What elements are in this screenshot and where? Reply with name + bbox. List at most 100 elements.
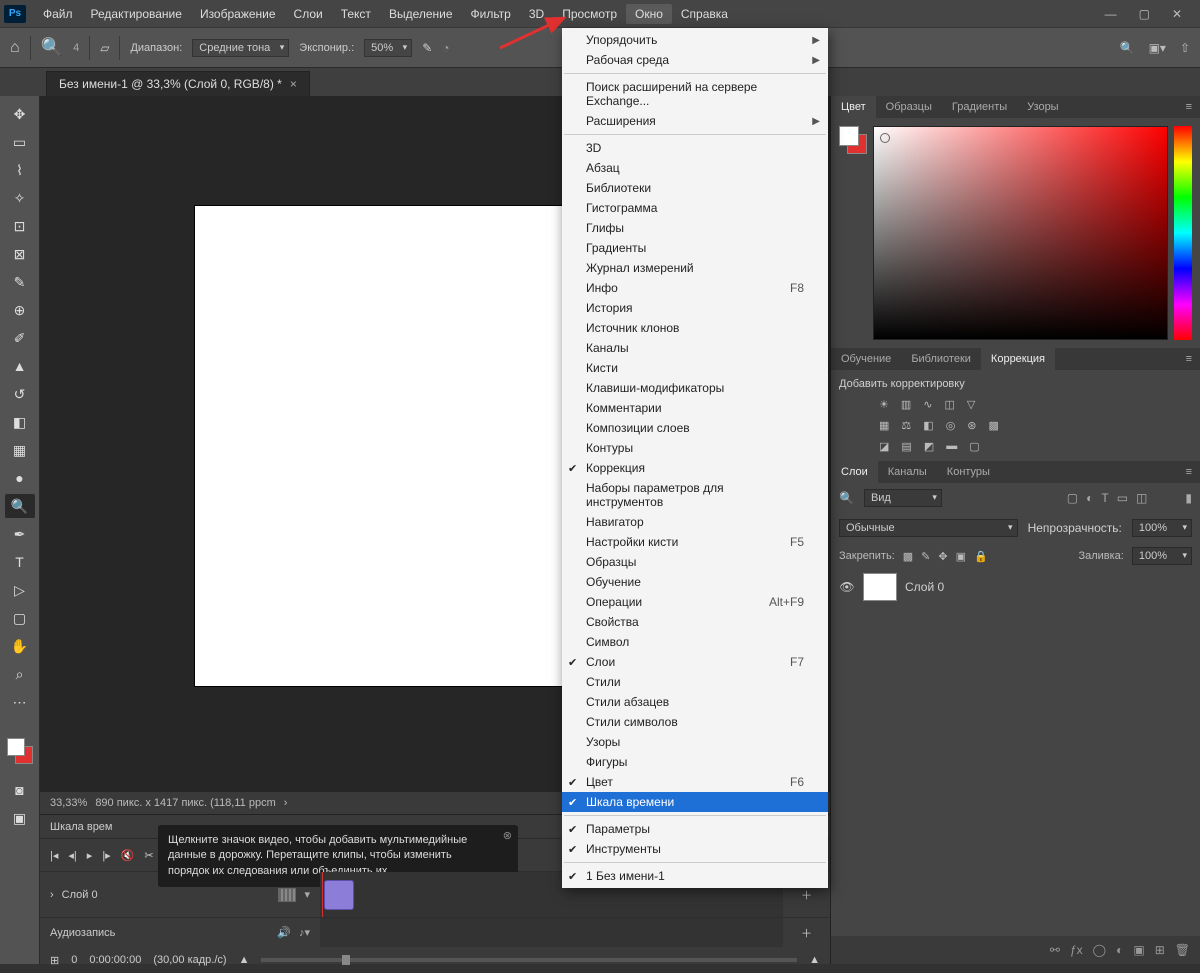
airbrush-icon[interactable]: ✎ — [422, 41, 432, 55]
dodge-tool[interactable]: 🔍 — [5, 494, 35, 518]
audio-menu-icon[interactable]: ♪▾ — [299, 926, 310, 939]
menu-item-поиск-расширений-на-сервере-exchange-[interactable]: Поиск расширений на сервере Exchange... — [562, 77, 828, 111]
menu-item-фигуры[interactable]: Фигуры — [562, 752, 828, 772]
layer-name[interactable]: Слой 0 — [905, 580, 944, 594]
menu-item-библиотеки[interactable]: Библиотеки — [562, 178, 828, 198]
track-menu-icon[interactable]: ▾ — [304, 888, 310, 902]
close-icon[interactable]: ✕ — [1172, 7, 1182, 21]
mask-icon[interactable]: ◯ — [1093, 943, 1106, 957]
menu-item-1-без-имени-1[interactable]: ✔1 Без имени-1 — [562, 866, 828, 886]
quick-select-tool[interactable]: ✧ — [5, 186, 35, 210]
search-icon[interactable]: 🔍 — [1120, 41, 1135, 55]
menu-редактирование[interactable]: Редактирование — [82, 4, 191, 24]
close-tab-icon[interactable]: × — [290, 77, 297, 91]
marquee-tool[interactable]: ▭ — [5, 130, 35, 154]
panel-color-swatch[interactable] — [839, 126, 867, 154]
threshold-icon[interactable]: ◩ — [924, 440, 934, 453]
visibility-icon[interactable]: 👁 — [839, 580, 855, 594]
blend-mode-combo[interactable]: Обычные — [839, 519, 1018, 537]
play-icon[interactable]: ▸ — [87, 849, 93, 862]
group-icon[interactable]: ▣ — [1133, 943, 1144, 957]
menu-item-каналы[interactable]: Каналы — [562, 338, 828, 358]
photo-filter-icon[interactable]: ◎ — [946, 419, 956, 432]
quickmask-icon[interactable]: ◙ — [5, 778, 35, 802]
menu-item-узоры[interactable]: Узоры — [562, 732, 828, 752]
menu-item-навигатор[interactable]: Навигатор — [562, 512, 828, 532]
color-field[interactable] — [873, 126, 1168, 340]
invert-icon[interactable]: ◪ — [879, 440, 889, 453]
panel-tab-обучение[interactable]: Обучение — [831, 348, 901, 370]
menu-item-3d[interactable]: 3D — [562, 138, 828, 158]
history-brush-tool[interactable]: ↺ — [5, 382, 35, 406]
mixer-icon[interactable]: ⊛ — [967, 419, 976, 432]
lasso-tool[interactable]: ⌇ — [5, 158, 35, 182]
posterize-icon[interactable]: ▤ — [901, 440, 911, 453]
menu-фильтр[interactable]: Фильтр — [462, 4, 520, 24]
menu-item-обучение[interactable]: Обучение — [562, 572, 828, 592]
workspace-icon[interactable]: ▣▾ — [1149, 41, 1166, 55]
filter-adj-icon[interactable]: ◐ — [1086, 491, 1093, 505]
lock-position-icon[interactable]: ✥ — [938, 550, 947, 563]
menu-item-настройки-кисти[interactable]: Настройки кистиF5 — [562, 532, 828, 552]
convert-mode-icon[interactable]: ⊞ — [50, 954, 59, 967]
menu-item-образцы[interactable]: Образцы — [562, 552, 828, 572]
vibrance-icon[interactable]: ▽ — [967, 398, 975, 411]
panel-menu-icon[interactable]: ≡ — [1178, 461, 1200, 483]
balance-icon[interactable]: ⚖ — [901, 419, 911, 432]
color-swatch[interactable] — [7, 738, 33, 764]
menu-справка[interactable]: Справка — [672, 4, 737, 24]
panel-tab-контуры[interactable]: Контуры — [937, 461, 1000, 483]
menu-item-коррекция[interactable]: ✔Коррекция — [562, 458, 828, 478]
audio-mute-icon[interactable]: 🔊 — [277, 926, 291, 939]
menu-item-цвет[interactable]: ✔ЦветF6 — [562, 772, 828, 792]
lookup-icon[interactable]: ▩ — [989, 419, 999, 432]
lock-transparency-icon[interactable]: ▩ — [903, 550, 913, 563]
menu-3d[interactable]: 3D — [520, 4, 553, 24]
opacity-value[interactable]: 100% — [1132, 519, 1192, 537]
panel-tab-каналы[interactable]: Каналы — [878, 461, 937, 483]
panel-tab-образцы[interactable]: Образцы — [876, 96, 942, 118]
hue-strip[interactable] — [1174, 126, 1192, 340]
hand-tool[interactable]: ✋ — [5, 634, 35, 658]
eraser-tool[interactable]: ◧ — [5, 410, 35, 434]
menu-item-стили[interactable]: Стили — [562, 672, 828, 692]
filter-smart-icon[interactable]: ◫ — [1136, 491, 1147, 505]
selective-icon[interactable]: ▢ — [969, 440, 979, 453]
pressure-icon[interactable]: ◔ — [442, 41, 449, 55]
track-name[interactable]: Слой 0 — [62, 889, 98, 901]
menu-выделение[interactable]: Выделение — [380, 4, 462, 24]
menu-item-рабочая-среда[interactable]: Рабочая среда▶ — [562, 50, 828, 70]
link-layers-icon[interactable]: ⚯ — [1050, 943, 1060, 957]
menu-item-стили-символов[interactable]: Стили символов — [562, 712, 828, 732]
first-frame-icon[interactable]: |◂ — [50, 849, 58, 862]
timeline-zoom-in-icon[interactable]: ▲ — [809, 954, 820, 966]
panel-menu-icon[interactable]: ≡ — [1178, 348, 1200, 370]
filter-toggle[interactable]: ▮ — [1185, 491, 1192, 505]
range-combo[interactable]: Средние тона — [192, 39, 289, 57]
panel-tab-слои[interactable]: Слои — [831, 461, 878, 483]
menu-item-контуры[interactable]: Контуры — [562, 438, 828, 458]
frame-tool[interactable]: ⊠ — [5, 242, 35, 266]
menu-item-свойства[interactable]: Свойства — [562, 612, 828, 632]
home-icon[interactable]: ⌂ — [10, 39, 20, 57]
zoom-tool[interactable]: ⌕ — [5, 662, 35, 686]
path-select-tool[interactable]: ▷ — [5, 578, 35, 602]
shape-tool[interactable]: ▢ — [5, 606, 35, 630]
video-clip[interactable] — [324, 880, 354, 910]
heal-tool[interactable]: ⊕ — [5, 298, 35, 322]
menu-item-гистограмма[interactable]: Гистограмма — [562, 198, 828, 218]
dodge-tool-icon[interactable]: 🔍 — [41, 37, 63, 58]
track-expand-icon[interactable]: › — [50, 889, 54, 901]
add-media-icon[interactable]: ＋ — [793, 887, 820, 903]
new-layer-icon[interactable]: ⊞ — [1155, 943, 1165, 957]
audio-track-label[interactable]: Аудиозапись — [50, 927, 115, 939]
eyedropper-tool[interactable]: ✎ — [5, 270, 35, 294]
brightness-icon[interactable]: ☀ — [879, 398, 889, 411]
edit-toolbar-icon[interactable]: ⋯ — [5, 690, 35, 714]
menu-файл[interactable]: Файл — [34, 4, 82, 24]
timeline-tab[interactable]: Шкала врем — [50, 821, 113, 833]
menu-item-операции[interactable]: ОперацииAlt+F9 — [562, 592, 828, 612]
gradient-tool[interactable]: ▦ — [5, 438, 35, 462]
menu-item-слои[interactable]: ✔СлоиF7 — [562, 652, 828, 672]
menu-item-символ[interactable]: Символ — [562, 632, 828, 652]
